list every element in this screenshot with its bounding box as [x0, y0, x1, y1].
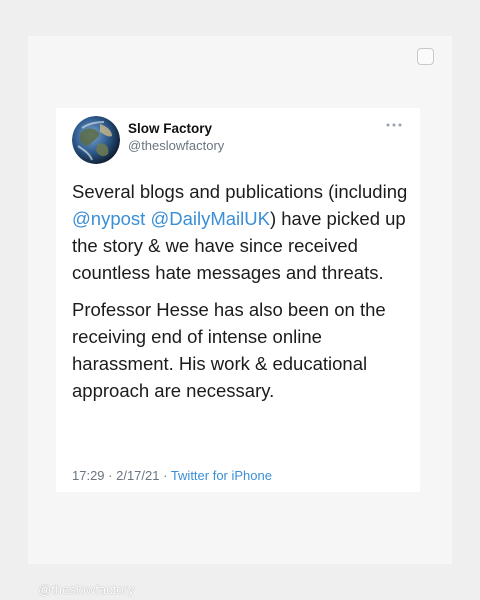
tweet-text-segment: Several blogs and publications (includin… [72, 181, 408, 202]
tweet-paragraph-2: Professor Hesse has also been on the rec… [72, 299, 386, 401]
tweet-meta: 17:29 · 2/17/21 · Twitter for iPhone [72, 468, 272, 483]
earth-globe-icon [72, 116, 120, 164]
tweet-time[interactable]: 17:29 [72, 468, 105, 483]
watermark: @theslowfactory [38, 582, 135, 597]
meta-separator: · [104, 468, 117, 483]
mention-link-nypost[interactable]: @nypost [72, 208, 145, 229]
avatar[interactable] [72, 116, 120, 164]
tweet-date[interactable]: 2/17/21 [116, 468, 159, 483]
mention-link-dailymailuk[interactable]: @DailyMailUK [150, 208, 270, 229]
tweet-text: Several blogs and publications (includin… [72, 178, 408, 414]
tweet-source-link[interactable]: Twitter for iPhone [171, 468, 272, 483]
meta-separator: · [159, 468, 171, 483]
tweet-paragraph-1: Several blogs and publications (includin… [72, 178, 408, 286]
author-name[interactable]: Slow Factory [128, 121, 212, 136]
tweet-card: Slow Factory @theslowfactory Several blo… [56, 108, 420, 492]
more-options-icon[interactable] [384, 120, 404, 130]
square-select-icon[interactable] [417, 48, 434, 65]
author-handle[interactable]: @theslowfactory [128, 138, 224, 153]
